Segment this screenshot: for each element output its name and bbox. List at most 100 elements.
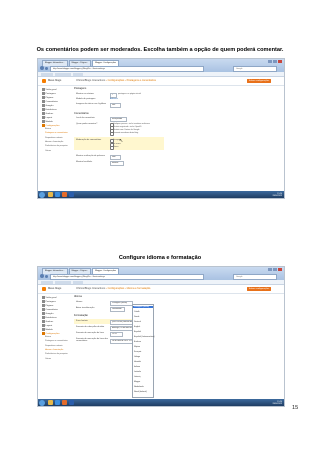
label-timestamp: Formato de marcação de hora [76, 332, 104, 334]
sidebar-item-pages[interactable]: Páginas [42, 304, 53, 307]
sidebar-item-comments[interactable]: Comentários [42, 100, 58, 103]
label-comment-location: Local do comentário [76, 117, 95, 119]
language-option[interactable]: Filipino [134, 346, 140, 348]
language-option[interactable]: Deutsch [134, 321, 141, 323]
sidebar-item-pages[interactable]: Páginas [42, 96, 53, 99]
sidebar-item-template[interactable]: Modelo [42, 328, 53, 331]
comment-location-select[interactable]: Incorporado [110, 116, 127, 122]
submenu-language[interactable]: Idioma e formatação [45, 349, 63, 352]
submenu-basic[interactable]: Básico [45, 128, 51, 131]
submenu-search-prefs[interactable]: Preferências de pesquisa [45, 145, 69, 148]
sidebar-item-layout[interactable]: Layout [42, 324, 52, 327]
my-blogs-link[interactable]: Meus blogs [48, 79, 61, 82]
sidebar-item-earnings[interactable]: Ganhos [42, 112, 53, 115]
bookmark-item[interactable] [41, 72, 53, 76]
back-icon[interactable] [40, 66, 44, 70]
back-icon[interactable] [40, 274, 44, 278]
sidebar-item-googleplus[interactable]: Google+ [42, 312, 54, 315]
ie-icon[interactable] [55, 192, 60, 197]
transliteration-select[interactable]: Desativado [110, 306, 125, 312]
minimize-icon[interactable] [268, 268, 272, 271]
add-template-link[interactable]: Adicionar [110, 98, 118, 100]
maximize-icon[interactable] [273, 60, 277, 63]
sidebar-item-posts[interactable]: Postagens [42, 300, 56, 303]
sidebar-item-overview[interactable]: Visão geral [42, 296, 56, 299]
sidebar-item-googleplus[interactable]: Google+ [42, 104, 54, 107]
language-option[interactable]: Dansk [134, 316, 139, 318]
sidebar-item-earnings[interactable]: Ganhos [42, 320, 53, 323]
submenu-posts-comments[interactable]: Postagens e comentários [45, 132, 69, 135]
language-option[interactable]: Español [134, 331, 141, 333]
sidebar-item-stats[interactable]: Estatísticas [42, 316, 57, 319]
word-icon[interactable] [69, 400, 74, 405]
browser-chrome: Blogger: Informática... Blogger - Página… [38, 59, 284, 72]
ie-icon[interactable] [55, 400, 60, 405]
submenu-basic[interactable]: Básico [45, 336, 51, 339]
firefox-icon[interactable] [62, 192, 67, 197]
bookmark-item[interactable] [55, 280, 71, 284]
option-anyone: Qualquer pessoa - inclui usuários anônim… [113, 123, 150, 125]
option-members-only: Somente membros deste blog [113, 132, 139, 134]
language-option[interactable]: Hrvatski [134, 361, 141, 363]
submenu-mobile[interactable]: Dispositivos móveis [45, 137, 63, 140]
bookmark-item[interactable] [73, 72, 83, 76]
language-option[interactable]: Galego [134, 356, 140, 358]
minimize-icon[interactable] [268, 60, 272, 63]
lightbox-select[interactable]: Sim [110, 102, 121, 108]
language-option[interactable]: Nederlands [134, 386, 144, 388]
submenu-search-prefs[interactable]: Preferências de pesquisa [45, 353, 69, 356]
blogger-logo-icon [42, 287, 46, 291]
submenu-other[interactable]: Outros [45, 150, 51, 153]
language-option[interactable]: Português (Brasil) [133, 305, 153, 308]
label-comment-timestamp: Formato de marcação de hora dos comentár… [76, 338, 108, 343]
language-option[interactable]: Català [134, 311, 139, 313]
sidebar-item-label: Configurações [45, 332, 60, 335]
forward-icon[interactable] [45, 66, 48, 70]
language-option[interactable]: English [134, 326, 140, 328]
bookmark-item[interactable] [73, 280, 83, 284]
language-dropdown[interactable]: Português (Brasil) Català Dansk Deutsch … [132, 304, 155, 398]
sidebar-item-settings[interactable]: Configurações [42, 332, 60, 335]
save-settings-button[interactable]: Salvar configurações [247, 286, 271, 291]
close-icon[interactable] [278, 60, 282, 63]
sidebar-item-posts[interactable]: Postagens [42, 92, 56, 95]
language-option[interactable]: Lietuvių [134, 376, 141, 378]
language-option[interactable]: Euskara [134, 341, 141, 343]
language-option[interactable]: Norsk (bokmål) [134, 391, 147, 393]
sidebar-item-label: Ganhos [45, 112, 54, 115]
language-option[interactable]: Français [134, 351, 141, 353]
sidebar-item-stats[interactable]: Estatísticas [42, 108, 57, 111]
sidebar-item-template[interactable]: Modelo [42, 120, 53, 123]
save-settings-button[interactable]: Salvar configurações [247, 78, 271, 83]
language-option[interactable]: Español (Latinoamérica) [134, 336, 155, 338]
submenu-language[interactable]: Idioma e formatação [45, 141, 63, 144]
folder-icon[interactable] [48, 192, 53, 197]
language-option[interactable]: Latviešu [134, 371, 141, 373]
language-select[interactable]: Português (Brasil) [110, 300, 133, 306]
maximize-icon[interactable] [273, 268, 277, 271]
folder-icon[interactable] [48, 400, 53, 405]
my-blogs-link[interactable]: Meus blogs [48, 287, 61, 290]
bookmark-item[interactable] [41, 280, 53, 284]
language-option[interactable]: Italiano [134, 366, 140, 368]
start-button[interactable] [39, 191, 45, 198]
sidebar-item-layout[interactable]: Layout [42, 116, 52, 119]
firefox-icon[interactable] [62, 400, 67, 405]
close-icon[interactable] [278, 268, 282, 271]
sidebar-item-comments[interactable]: Comentários [42, 308, 58, 311]
timestamp-select[interactable]: 15:24 [110, 331, 123, 337]
start-button[interactable] [39, 399, 45, 406]
bookmark-item[interactable] [55, 72, 71, 76]
word-verification-select[interactable]: Não [110, 154, 121, 160]
word-icon[interactable] [69, 192, 74, 197]
submenu-posts-comments[interactable]: Postagens e comentários [45, 340, 69, 343]
sidebar-item-settings[interactable]: Configurações [42, 124, 60, 127]
label-show-max: Mostrar no máximo [76, 93, 94, 95]
forward-icon[interactable] [45, 274, 48, 278]
submenu-mobile[interactable]: Dispositivos móveis [45, 345, 63, 348]
submenu-other[interactable]: Outros [45, 358, 51, 361]
window-controls [268, 268, 282, 271]
sidebar-item-overview[interactable]: Visão geral [42, 88, 56, 91]
language-option[interactable]: Magyar [134, 381, 140, 383]
backlinks-select[interactable]: Mostrar [110, 160, 124, 166]
